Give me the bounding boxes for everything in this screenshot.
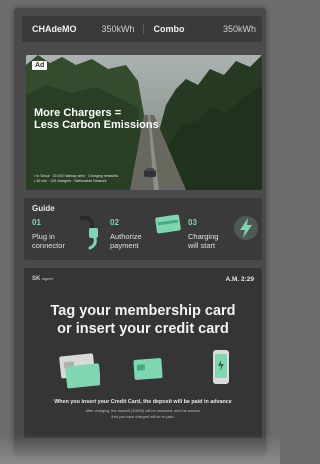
membership-card-icon[interactable] xyxy=(56,353,100,389)
guide-step-3: 03 Charging will start xyxy=(188,216,264,258)
connector-power: 350kWh xyxy=(222,24,256,34)
step-label-line: Authorize xyxy=(110,232,142,241)
plug-icon xyxy=(80,215,98,250)
brand-logo: SK signet xyxy=(32,276,53,282)
headline-line: Tag your membership card xyxy=(50,303,236,319)
step-label-line: payment xyxy=(110,241,139,250)
credit-card-icon xyxy=(155,214,181,234)
brand-sub: signet xyxy=(42,276,53,281)
step-label: Authorize payment xyxy=(110,232,142,250)
guide-title: Guide xyxy=(32,204,55,213)
credit-card-icon[interactable] xyxy=(132,356,166,386)
step-label-line: connector xyxy=(32,241,65,250)
guide-step-2: 02 Authorize payment xyxy=(110,214,186,258)
step-label-line: Plug in xyxy=(32,232,55,241)
ad-banner[interactable]: Ad More Chargers = Less Carbon Emissions… xyxy=(26,55,262,190)
ad-fine-print: • In Seoul · 20,000 hallway sites · Char… xyxy=(34,174,154,184)
lightning-icon xyxy=(234,216,258,240)
deposit-fine-print: After charging, the deposit (20000) will… xyxy=(34,409,252,420)
clock: A.M. 2:29 xyxy=(225,276,254,283)
guide-step-1: 01 Plug in connector xyxy=(32,215,108,258)
step-number: 02 xyxy=(110,218,119,227)
step-label: Charging will start xyxy=(188,232,218,250)
connector-chademo[interactable]: CHAdeMO 350kWh xyxy=(22,24,143,34)
connector-name: CHAdeMO xyxy=(32,24,77,34)
step-number: 03 xyxy=(188,218,197,227)
connector-header: CHAdeMO 350kWh Combo 350kWh xyxy=(22,16,262,42)
headline-line: or insert your credit card xyxy=(57,321,229,337)
ad-fine-line: • 30 min · 125 chargers · Nationwide Net… xyxy=(34,179,107,183)
connector-power: 350kWh xyxy=(101,24,135,34)
mobile-phone-icon[interactable] xyxy=(210,348,232,388)
step-label-line: Charging xyxy=(188,232,219,241)
ad-title-line: Less Carbon Emissions xyxy=(34,119,159,131)
step-number: 01 xyxy=(32,218,41,227)
deposit-notice: When you insert your Credit Card, the de… xyxy=(54,399,232,405)
ad-badge: Ad xyxy=(32,61,48,70)
ad-title-line: More Chargers = xyxy=(34,107,122,119)
brand-name: SK xyxy=(32,276,41,282)
connector-name: Combo xyxy=(153,24,185,34)
payment-panel: SK signet A.M. 2:29 Tag your membership … xyxy=(24,268,262,438)
bottom-fade xyxy=(0,434,280,464)
guide-panel: Guide 01 Plug in connector 02 Authorize … xyxy=(24,198,262,260)
step-label: Plug in connector xyxy=(32,232,65,250)
ad-title: More Chargers = Less Carbon Emissions xyxy=(34,107,164,131)
payment-headline: Tag your membership card or insert your … xyxy=(24,302,262,338)
step-label-line: will start xyxy=(188,241,216,250)
fine-line: that you have charged will be re-paid. xyxy=(111,414,175,419)
connector-combo[interactable]: Combo 350kWh xyxy=(142,24,263,34)
